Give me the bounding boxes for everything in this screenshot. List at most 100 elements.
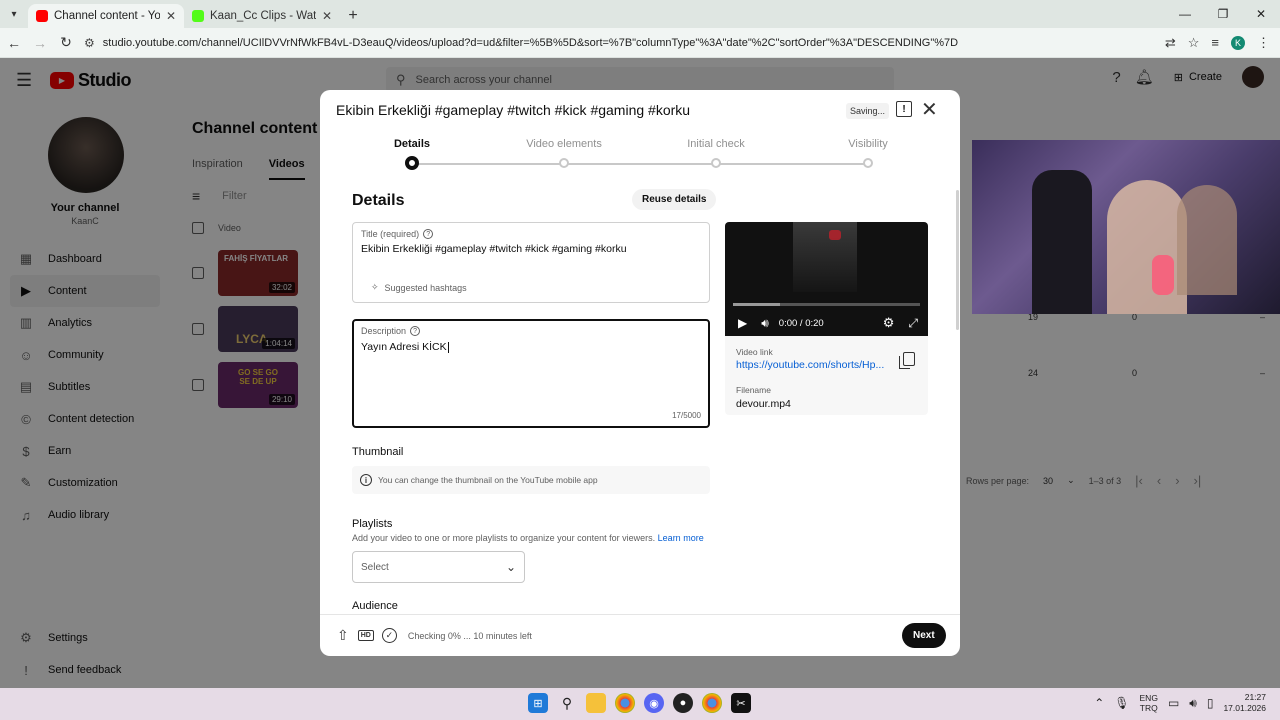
tab-youtube-studio[interactable]: Channel content - YouTube Studio ✕ (28, 4, 184, 28)
tab-search-chevron-icon[interactable]: ▾ (0, 0, 28, 28)
description-input[interactable]: Yayın Adresi KİCK (361, 341, 449, 353)
upload-icon[interactable]: ⇧ (337, 627, 349, 644)
webcam-overlay (972, 140, 1280, 314)
video-buffer-fill (733, 303, 780, 306)
video-player[interactable]: ▶ 🔊︎ 0:00 / 0:20 ⚙ ⤢ (725, 222, 928, 336)
close-icon[interactable]: ✕ (921, 97, 938, 122)
playlists-hint: Add your video to one or more playlists … (352, 533, 704, 543)
suggested-hashtags-button[interactable]: ✧ Suggested hashtags (371, 282, 467, 293)
show-hidden-icons-icon[interactable]: ⌃ (1094, 696, 1104, 710)
hd-icon[interactable]: HD (357, 630, 374, 641)
minimize-icon[interactable]: — (1166, 0, 1204, 28)
video-controls: ▶ 🔊︎ 0:00 / 0:20 ⚙ ⤢ (725, 312, 928, 334)
filename-label: Filename (736, 385, 771, 395)
feedback-icon[interactable]: ! (896, 101, 912, 117)
fullscreen-icon[interactable]: ⤢ (908, 316, 918, 331)
title-input[interactable]: Ekibin Erkekliği #gameplay #twitch #kick… (361, 243, 627, 255)
tab-title: Channel content - YouTube Studio (54, 10, 160, 22)
tab-close-icon[interactable]: ✕ (322, 9, 332, 23)
language-indicator[interactable]: ENG TRQ (1140, 693, 1158, 713)
sparkle-icon: ✧ (371, 282, 379, 292)
back-icon[interactable]: ← (2, 31, 26, 55)
volume-icon[interactable]: 🔊︎ (1189, 696, 1197, 711)
system-clock[interactable]: 21:27 17.01.2026 (1223, 692, 1266, 714)
description-field[interactable]: Description ? Yayın Adresi KİCK 17/5000 (352, 319, 710, 428)
forward-icon[interactable]: → (28, 31, 52, 55)
help-icon[interactable]: ? (423, 229, 434, 239)
play-icon[interactable]: ▶ (738, 316, 747, 330)
file-explorer-icon[interactable] (586, 693, 606, 713)
profile-avatar[interactable]: K (1231, 35, 1245, 50)
network-icon[interactable]: ▭ (1168, 696, 1179, 710)
upload-dialog: Ekibin Erkekliği #gameplay #twitch #kick… (320, 90, 960, 656)
translate-icon[interactable]: ⇄ (1165, 35, 1176, 51)
video-progress-bar[interactable] (733, 303, 920, 306)
thumbnail-note-text: You can change the thumbnail on the YouT… (378, 475, 598, 485)
help-icon[interactable]: ? (410, 326, 421, 336)
playlists-heading: Playlists (352, 518, 393, 530)
next-button[interactable]: Next (902, 623, 946, 648)
playlist-select[interactable]: Select ⌄ (352, 551, 525, 583)
settings-gear-icon[interactable]: ⚙ (883, 315, 895, 331)
window-close-icon[interactable]: ✕ (1242, 0, 1280, 28)
suggested-hashtags-label: Suggested hashtags (384, 282, 467, 293)
browser-menu-icon[interactable]: ⋮ (1257, 35, 1270, 51)
step-visibility[interactable]: Visibility (803, 138, 933, 168)
lang-top: ENG (1139, 693, 1158, 703)
description-text: Yayın Adresi KİCK (361, 341, 447, 353)
search-icon[interactable]: ⚲ (557, 693, 577, 713)
video-preview-card: ▶ 🔊︎ 0:00 / 0:20 ⚙ ⤢ Video link https://… (725, 222, 928, 415)
playlist-select-value: Select (361, 561, 389, 573)
reload-icon[interactable]: ↻ (54, 31, 78, 55)
url-text: studio.youtube.com/channel/UCIlDVVrNfWkF… (102, 36, 959, 49)
title-field-label: Title (required) (361, 229, 420, 239)
dialog-footer: ⇧ HD ✓ Checking 0% ... 10 minutes left N… (320, 614, 960, 656)
step-label: Visibility (848, 138, 888, 150)
person-background (1177, 185, 1237, 295)
windows-start-icon[interactable]: ⊞ (528, 693, 548, 713)
discord-icon[interactable]: ◉ (644, 693, 664, 713)
windows-taskbar: ⊞ ⚲ ◉ ● ✂ ⌃ 🎙︎ ENG TRQ ▭ 🔊︎ ▯ 21:27 17.0… (0, 688, 1280, 720)
battery-icon[interactable]: ▯ (1207, 696, 1214, 710)
chrome-active-icon[interactable] (702, 693, 722, 713)
video-frame-light (829, 230, 841, 240)
learn-more-link[interactable]: Learn more (658, 533, 704, 543)
clock-date: 17.01.2026 (1223, 703, 1266, 713)
copy-icon[interactable] (899, 352, 915, 369)
site-info-icon[interactable]: ⚙ (84, 36, 95, 50)
bookmark-star-icon[interactable]: ☆ (1188, 35, 1200, 51)
step-dot (405, 156, 419, 170)
step-details[interactable]: Details (347, 138, 477, 170)
capcut-icon[interactable]: ✂ (731, 693, 751, 713)
reading-list-icon[interactable]: ≡ (1211, 35, 1219, 50)
reuse-details-button[interactable]: Reuse details (632, 189, 717, 210)
youtube-favicon-icon (36, 10, 48, 22)
restore-icon[interactable]: ❐ (1204, 0, 1242, 28)
checking-status: Checking 0% ... 10 minutes left (407, 630, 532, 641)
volume-icon[interactable]: 🔊︎ (761, 316, 769, 331)
step-label: Details (393, 138, 431, 150)
step-dot (711, 158, 721, 168)
microphone (1152, 255, 1174, 295)
video-link-label: Video link (736, 347, 773, 357)
video-link[interactable]: https://youtube.com/shorts/Hp... (736, 359, 886, 371)
step-dot (559, 158, 569, 168)
tab-close-icon[interactable]: ✕ (166, 9, 176, 23)
chrome-icon[interactable] (615, 693, 635, 713)
step-video-elements[interactable]: Video elements (499, 138, 629, 168)
person-streamer (1107, 180, 1187, 314)
dialog-scrollbar[interactable] (956, 190, 959, 330)
lang-bottom: TRQ (1139, 703, 1158, 713)
check-circle-icon[interactable]: ✓ (381, 628, 397, 643)
microphone-icon[interactable]: 🎙︎ (1114, 696, 1129, 710)
new-tab-icon[interactable]: + (340, 4, 366, 28)
step-initial-check[interactable]: Initial check (651, 138, 781, 168)
title-field[interactable]: Title (required) ? Ekibin Erkekliği #gam… (352, 222, 710, 303)
browser-tabbar: ▾ Channel content - YouTube Studio ✕ Kaa… (0, 0, 1280, 28)
details-heading: Details (352, 192, 405, 209)
address-bar[interactable]: ⚙ studio.youtube.com/channel/UCIlDVVrNfW… (84, 31, 1157, 55)
obs-icon[interactable]: ● (673, 693, 693, 713)
tab-kick[interactable]: Kaan_Cc Clips - Watch Live on Kick ✕ (184, 4, 340, 28)
details-form[interactable]: Details Reuse details Title (required) ?… (320, 184, 960, 610)
tab-title: Kaan_Cc Clips - Watch Live on Kick (210, 10, 316, 22)
